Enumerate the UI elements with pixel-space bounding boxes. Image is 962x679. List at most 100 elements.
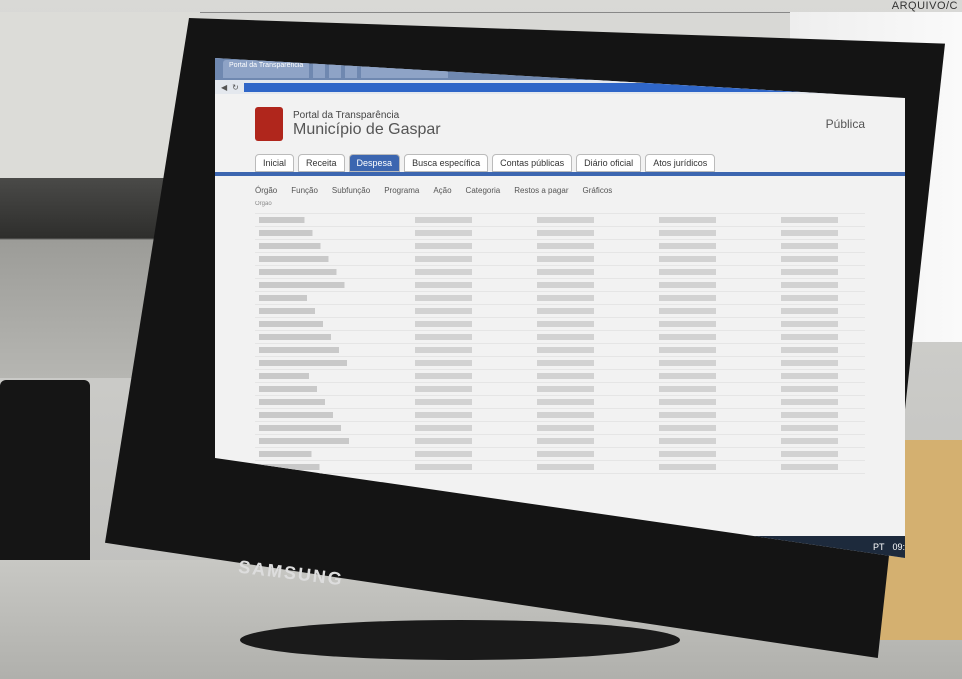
subtab-orgao[interactable]: Órgão bbox=[255, 186, 277, 195]
language-indicator[interactable]: PT bbox=[873, 542, 885, 552]
table-cell bbox=[381, 230, 495, 236]
table-row[interactable] bbox=[255, 409, 865, 422]
subtab-funcao[interactable]: Função bbox=[291, 186, 318, 195]
table-cell bbox=[625, 451, 739, 457]
table-cell bbox=[503, 321, 617, 327]
table-cell bbox=[381, 217, 495, 223]
subtab-restos[interactable]: Restos a pagar bbox=[514, 186, 568, 195]
table-cell bbox=[503, 308, 617, 314]
table-row[interactable] bbox=[255, 279, 865, 292]
table-cell bbox=[625, 308, 739, 314]
table-row[interactable] bbox=[255, 383, 865, 396]
table-cell bbox=[381, 308, 495, 314]
subtab-graficos[interactable]: Gráficos bbox=[583, 186, 613, 195]
nav-inicial[interactable]: Inicial bbox=[255, 154, 295, 172]
table-cell bbox=[747, 243, 861, 249]
table-row[interactable] bbox=[255, 422, 865, 435]
table-cell bbox=[747, 464, 861, 470]
monitor-stand bbox=[240, 620, 680, 660]
table-cell bbox=[747, 269, 861, 275]
nav-bar bbox=[215, 172, 905, 176]
table-row[interactable] bbox=[255, 370, 865, 383]
photo: ARQUIVO/C Portal da Transparência Portal… bbox=[0, 0, 962, 679]
table-row[interactable] bbox=[255, 396, 865, 409]
back-icon[interactable]: ◀ bbox=[221, 83, 227, 92]
table-row[interactable] bbox=[255, 240, 865, 253]
nav-diario[interactable]: Diário oficial bbox=[576, 154, 642, 172]
system-tray: PT 09:34 bbox=[873, 542, 905, 552]
table-row[interactable] bbox=[255, 435, 865, 448]
table-cell bbox=[381, 295, 495, 301]
table-cell bbox=[625, 230, 739, 236]
nav-busca[interactable]: Busca específica bbox=[404, 154, 489, 172]
table-cell bbox=[503, 230, 617, 236]
nav-receita[interactable]: Receita bbox=[298, 154, 345, 172]
table-cell bbox=[503, 217, 617, 223]
table-cell bbox=[381, 282, 495, 288]
table-cell bbox=[625, 412, 739, 418]
table-cell bbox=[503, 334, 617, 340]
table-cell bbox=[625, 464, 739, 470]
subtab-programa[interactable]: Programa bbox=[384, 186, 419, 195]
table-cell bbox=[259, 269, 373, 275]
clock[interactable]: 09:34 bbox=[892, 542, 905, 552]
table-cell bbox=[381, 412, 495, 418]
table-cell bbox=[747, 347, 861, 353]
nav-despesa[interactable]: Despesa bbox=[348, 154, 401, 172]
monitor: Portal da Transparência Portal da Transp… bbox=[105, 18, 945, 658]
table-cell bbox=[625, 347, 739, 353]
photo-credit: ARQUIVO/C bbox=[891, 0, 958, 12]
table-cell bbox=[503, 360, 617, 366]
table-cell bbox=[747, 295, 861, 301]
table-row[interactable] bbox=[255, 227, 865, 240]
table-cell bbox=[259, 230, 373, 236]
reload-icon[interactable]: ↻ bbox=[232, 83, 239, 92]
table-cell bbox=[503, 425, 617, 431]
table-cell bbox=[747, 425, 861, 431]
table-cell bbox=[503, 295, 617, 301]
table-row[interactable] bbox=[255, 266, 865, 279]
table-row[interactable] bbox=[255, 305, 865, 318]
table-cell bbox=[381, 334, 495, 340]
table-cell bbox=[503, 347, 617, 353]
table-cell bbox=[259, 412, 373, 418]
table-row[interactable] bbox=[255, 344, 865, 357]
table-cell bbox=[747, 282, 861, 288]
portal-nav: Inicial Receita Despesa Busca específica… bbox=[215, 154, 905, 172]
table-row[interactable] bbox=[255, 331, 865, 344]
table-row[interactable] bbox=[255, 448, 865, 461]
nav-contas[interactable]: Contas públicas bbox=[492, 154, 573, 172]
table-row[interactable] bbox=[255, 357, 865, 370]
table-cell bbox=[503, 243, 617, 249]
table-cell bbox=[503, 412, 617, 418]
table-cell bbox=[503, 386, 617, 392]
table-cell bbox=[381, 256, 495, 262]
subtab-subfuncao[interactable]: Subfunção bbox=[332, 186, 370, 195]
table-cell bbox=[747, 373, 861, 379]
table-cell bbox=[747, 399, 861, 405]
subtab-acao[interactable]: Ação bbox=[433, 186, 451, 195]
subtab-categoria[interactable]: Categoria bbox=[466, 186, 501, 195]
table-cell bbox=[259, 334, 373, 340]
table-cell bbox=[747, 386, 861, 392]
table-cell bbox=[503, 269, 617, 275]
table-cell bbox=[259, 386, 373, 392]
table-row[interactable] bbox=[255, 253, 865, 266]
table-cell bbox=[259, 399, 373, 405]
table-cell bbox=[747, 230, 861, 236]
table-cell bbox=[503, 451, 617, 457]
table-cell bbox=[747, 217, 861, 223]
table-row[interactable] bbox=[255, 461, 865, 474]
table-row[interactable] bbox=[255, 292, 865, 305]
table-cell bbox=[381, 243, 495, 249]
portal-subtitle: Município de Gaspar bbox=[293, 120, 441, 138]
table-cell bbox=[259, 373, 373, 379]
publica-logo: Pública bbox=[825, 117, 865, 131]
table-cell bbox=[625, 360, 739, 366]
nav-atos[interactable]: Atos jurídicos bbox=[645, 154, 716, 172]
table-row[interactable] bbox=[255, 214, 865, 227]
table-cell bbox=[381, 438, 495, 444]
table-cell bbox=[625, 295, 739, 301]
table-cell bbox=[625, 425, 739, 431]
table-row[interactable] bbox=[255, 318, 865, 331]
